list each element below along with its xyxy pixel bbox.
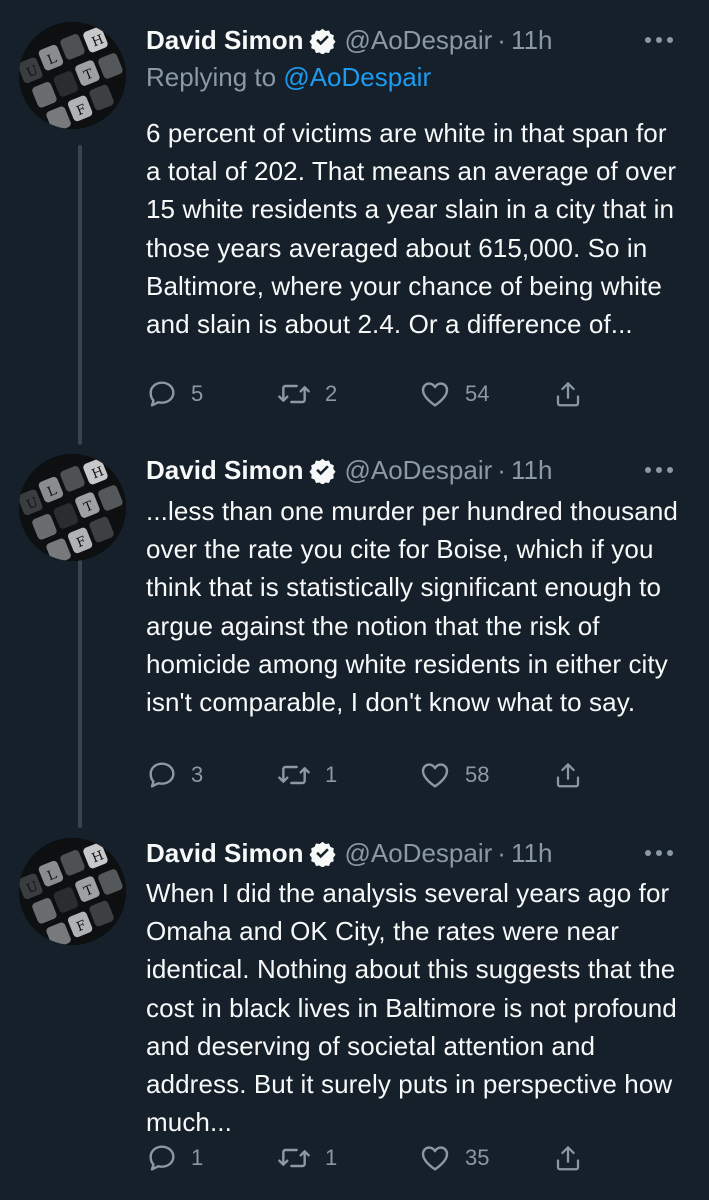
reply-count: 1 bbox=[191, 1145, 204, 1170]
like-button[interactable]: 58 bbox=[418, 755, 489, 795]
tweet-header: David Simon @AoDespair · 11h bbox=[146, 20, 709, 60]
timestamp[interactable]: 11h bbox=[511, 838, 552, 869]
tweet-text: 6 percent of victims are white in that s… bbox=[146, 118, 677, 340]
like-icon bbox=[421, 763, 449, 788]
avatar[interactable]: U L H T F bbox=[19, 454, 126, 561]
like-icon bbox=[421, 382, 449, 407]
reply-button[interactable]: 1 bbox=[146, 1138, 203, 1178]
tweet-header: David Simon @AoDespair · 11h bbox=[146, 450, 709, 490]
reply-button[interactable]: 5 bbox=[146, 374, 203, 414]
like-count: 35 bbox=[465, 1145, 490, 1170]
tweet[interactable]: U L H T F David Simon @AoDespair · 11h .… bbox=[0, 440, 709, 830]
timestamp[interactable]: 11h bbox=[511, 25, 552, 56]
author-name[interactable]: David Simon bbox=[146, 838, 303, 869]
tweet-actions: 1 1 35 bbox=[146, 1138, 596, 1178]
more-options-icon[interactable] bbox=[644, 20, 674, 60]
reply-icon bbox=[149, 1145, 175, 1171]
retweet-icon bbox=[278, 765, 310, 785]
timestamp[interactable]: 11h bbox=[511, 455, 552, 486]
tweet-actions: 5 2 54 bbox=[146, 374, 596, 414]
verified-badge-icon bbox=[309, 840, 337, 868]
more-options-icon[interactable] bbox=[644, 833, 674, 873]
replying-to-line: Replying to @AoDespair bbox=[146, 62, 431, 93]
replying-to-mention[interactable]: @AoDespair bbox=[283, 62, 431, 92]
author-name[interactable]: David Simon bbox=[146, 455, 303, 486]
like-count: 58 bbox=[465, 762, 490, 787]
like-count: 54 bbox=[465, 381, 490, 406]
separator-dot: · bbox=[497, 454, 506, 485]
tweet-text: When I did the analysis several years ag… bbox=[146, 878, 677, 1138]
tweet[interactable]: U L H T F David Simon @AoDespair · 11h R… bbox=[0, 0, 709, 440]
more-options-icon[interactable] bbox=[644, 450, 674, 490]
retweet-count: 1 bbox=[325, 762, 338, 787]
share-button[interactable] bbox=[553, 1138, 583, 1178]
author-handle[interactable]: @AoDespair bbox=[344, 25, 492, 56]
tweet-actions: 3 1 58 bbox=[146, 755, 596, 795]
share-button[interactable] bbox=[553, 755, 583, 795]
retweet-icon bbox=[278, 384, 310, 404]
reply-icon bbox=[149, 381, 175, 407]
share-icon bbox=[556, 1146, 580, 1171]
verified-badge-icon bbox=[309, 27, 337, 55]
reply-count: 3 bbox=[191, 762, 204, 787]
reply-count: 5 bbox=[191, 381, 204, 406]
author-handle[interactable]: @AoDespair bbox=[344, 455, 492, 486]
retweet-button[interactable]: 1 bbox=[276, 755, 337, 795]
share-icon bbox=[556, 382, 580, 407]
share-button[interactable] bbox=[553, 374, 583, 414]
avatar[interactable]: U L H T F bbox=[19, 22, 126, 129]
separator-dot: · bbox=[497, 24, 506, 55]
author-handle[interactable]: @AoDespair bbox=[344, 838, 492, 869]
like-button[interactable]: 54 bbox=[418, 374, 489, 414]
like-button[interactable]: 35 bbox=[418, 1138, 489, 1178]
author-name[interactable]: David Simon bbox=[146, 25, 303, 56]
avatar[interactable]: U L H T F bbox=[19, 838, 126, 945]
tweet[interactable]: U L H T F David Simon @AoDespair · 11h W… bbox=[0, 830, 709, 1200]
share-icon bbox=[556, 763, 580, 788]
retweet-count: 2 bbox=[325, 381, 338, 406]
retweet-button[interactable]: 2 bbox=[276, 374, 337, 414]
retweet-button[interactable]: 1 bbox=[276, 1138, 337, 1178]
tweet-text: ...less than one murder per hundred thou… bbox=[146, 496, 678, 718]
tweet-header: David Simon @AoDespair · 11h bbox=[146, 833, 709, 873]
like-icon bbox=[421, 1146, 449, 1171]
retweet-count: 1 bbox=[325, 1145, 338, 1170]
reply-button[interactable]: 3 bbox=[146, 755, 203, 795]
verified-badge-icon bbox=[309, 457, 337, 485]
separator-dot: · bbox=[497, 837, 506, 868]
retweet-icon bbox=[278, 1148, 310, 1168]
reply-icon bbox=[149, 762, 175, 788]
replying-to-label: Replying to bbox=[146, 62, 277, 92]
